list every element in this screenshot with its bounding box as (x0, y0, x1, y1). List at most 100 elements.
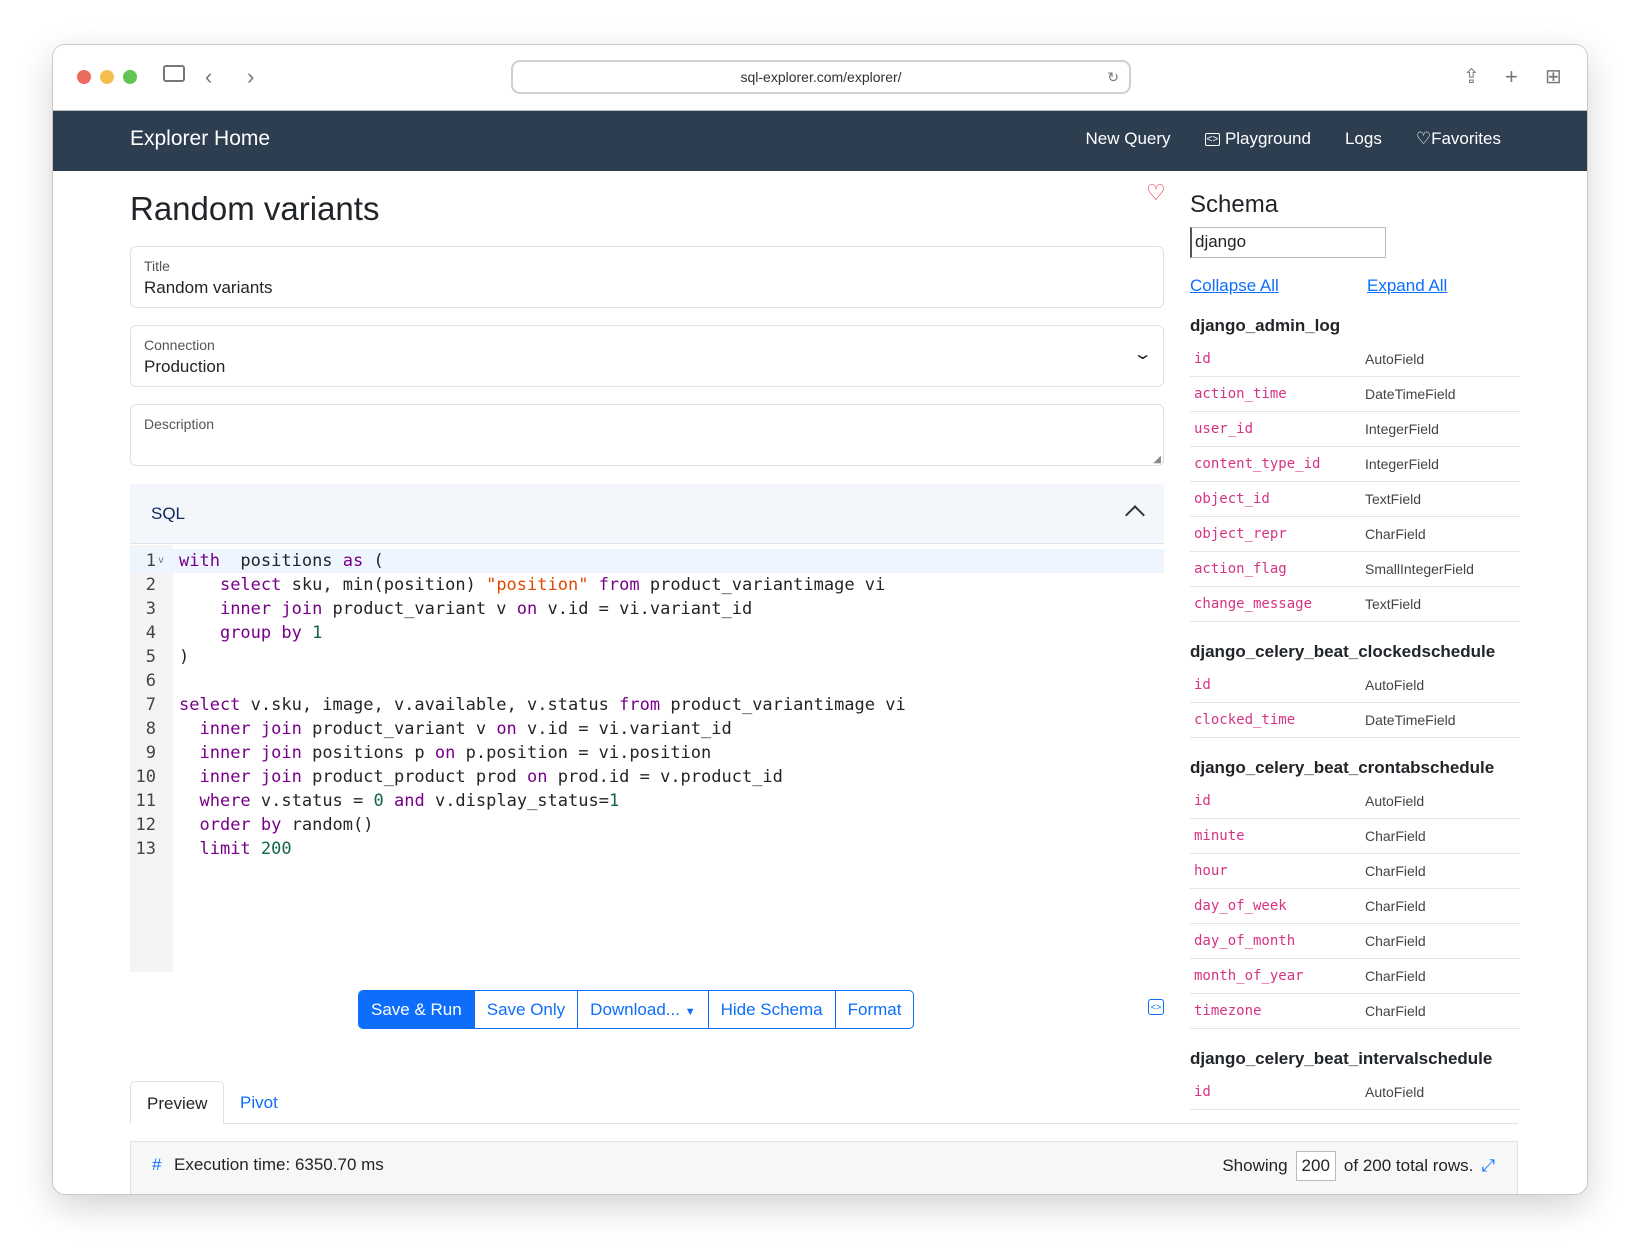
code-token: and (394, 791, 425, 811)
code-line[interactable]: 2 select sku, min(position) "position" f… (130, 573, 1164, 597)
sql-accordion-header[interactable]: SQL (130, 484, 1164, 544)
close-window-button[interactable] (77, 70, 91, 84)
tab-preview[interactable]: Preview (130, 1081, 225, 1124)
rows-shown-input[interactable]: 200 (1295, 1151, 1336, 1181)
nav-playground[interactable]: <> Playground (1204, 129, 1311, 149)
code-line[interactable]: 13 limit 200 (130, 837, 1164, 861)
tab-overview-icon[interactable]: ⊞ (1545, 63, 1562, 91)
schema-field-row: id AutoField (1190, 342, 1520, 377)
expand-icon[interactable]: ⤢ (1481, 1156, 1495, 1176)
line-number: 10 (135, 767, 156, 787)
description-field[interactable]: Description ◢ (130, 404, 1164, 466)
collapse-all-link[interactable]: Collapse All (1190, 276, 1279, 296)
field-name: day_of_week (1194, 898, 1287, 914)
line-number: 9 (145, 743, 156, 763)
code-text: select v.sku, image, v.available, v.stat… (179, 693, 906, 717)
code-token: on (434, 743, 456, 763)
fold-icon[interactable]: v (158, 549, 164, 573)
title-field[interactable]: Title Random variants (130, 246, 1164, 308)
code-token: 1 (608, 791, 620, 811)
code-token: inner join (199, 743, 302, 763)
code-text: limit 200 (179, 837, 292, 861)
schema-table-name[interactable]: django_celery_beat_crontabschedule (1190, 758, 1520, 778)
code-line[interactable]: 1 v with positions as ( (130, 549, 1164, 573)
playground-code-icon[interactable]: <> (1148, 999, 1164, 1015)
connection-select[interactable]: Connection Production ⌄ (130, 325, 1164, 387)
field-type: SmallIntegerField (1365, 561, 1474, 577)
code-line[interactable]: 7 select v.sku, image, v.available, v.sta… (130, 693, 1164, 717)
maximize-window-button[interactable] (123, 70, 137, 84)
code-line[interactable]: 5) (130, 645, 1164, 669)
code-line[interactable]: 3 inner join product_variant v on v.id =… (130, 597, 1164, 621)
code-line[interactable]: 10 inner join product_product prod on pr… (130, 765, 1164, 789)
field-name: day_of_month (1194, 933, 1296, 949)
schema-field-row: object_id TextField (1190, 482, 1520, 517)
new-tab-icon[interactable]: + (1505, 63, 1518, 91)
schema-table-name[interactable]: django_celery_beat_clockedschedule (1190, 642, 1520, 662)
download-label: Download... (590, 1000, 680, 1019)
expand-all-link[interactable]: Expand All (1367, 276, 1447, 296)
code-token: positions (219, 551, 343, 571)
code-token: where (199, 791, 251, 811)
line-number: 12 (135, 815, 156, 835)
code-line[interactable]: 11 where v.status = 0 and v.display_stat… (130, 789, 1164, 813)
chevron-down-icon: ⌄ (1132, 346, 1153, 363)
address-bar[interactable]: sql-explorer.com/explorer/ ↻ (511, 60, 1131, 94)
nav-new-query[interactable]: New Query (1085, 129, 1170, 149)
field-name: id (1194, 351, 1211, 367)
field-name: user_id (1194, 421, 1254, 437)
code-text: order by random() (179, 813, 373, 837)
schema-table-name[interactable]: django_admin_log (1190, 316, 1520, 336)
code-line[interactable]: 9 inner join positions p on p.position =… (130, 741, 1164, 765)
code-token: select (179, 695, 241, 715)
line-number: 4 (145, 623, 156, 643)
field-type: TextField (1365, 491, 1422, 507)
resize-handle-icon[interactable]: ◢ (1153, 454, 1161, 465)
save-only-button[interactable]: Save Only (473, 991, 577, 1028)
download-button[interactable]: Download... ▼ (577, 991, 707, 1028)
code-token: 1 (312, 623, 323, 643)
code-text: inner join product_variant v on v.id = v… (179, 717, 731, 741)
page-title: Random variants (130, 190, 380, 227)
code-token: v.status = (250, 791, 374, 811)
save-run-button[interactable]: Save & Run (359, 991, 474, 1028)
code-token: product_variant v (322, 599, 517, 619)
nav-favorites[interactable]: ♡Favorites (1416, 129, 1501, 149)
field-type: CharField (1365, 933, 1426, 949)
reload-icon[interactable]: ↻ (1107, 62, 1119, 92)
nav-logs[interactable]: Logs (1345, 129, 1382, 149)
schema-table-name[interactable]: django_celery_beat_intervalschedule (1190, 1049, 1520, 1069)
code-token: select (219, 575, 282, 595)
sql-editor[interactable]: 1 v with positions as (2 select sku, min(p… (130, 545, 1164, 972)
code-line[interactable]: 12 order by random() (130, 813, 1164, 837)
field-type: IntegerField (1365, 421, 1439, 437)
schema-field-row: timezone CharField (1190, 994, 1520, 1029)
showing-label: Showing (1222, 1156, 1288, 1175)
brand-link[interactable]: Explorer Home (130, 127, 270, 151)
schema-search-input[interactable]: django (1190, 227, 1386, 258)
code-token: 200 (260, 839, 292, 859)
sidebar-icon[interactable] (163, 65, 185, 82)
format-button[interactable]: Format (834, 991, 914, 1028)
code-line[interactable]: 8 inner join product_variant v on v.id =… (130, 717, 1164, 741)
code-token: as (342, 551, 364, 571)
code-text: inner join product_variant v on v.id = v… (179, 597, 752, 621)
code-line[interactable]: 4 group by 1 (130, 621, 1164, 645)
schema-field-row: month_of_year CharField (1190, 959, 1520, 994)
favorite-heart-icon[interactable]: ♡ (1146, 180, 1166, 206)
code-token: product_product prod (301, 767, 528, 787)
code-token: prod.id = v.product_id (547, 767, 783, 787)
forward-icon[interactable]: › (247, 63, 254, 91)
tab-pivot[interactable]: Pivot (224, 1081, 294, 1124)
code-line[interactable]: 6 (130, 669, 1164, 693)
hide-schema-button[interactable]: Hide Schema (707, 991, 835, 1028)
back-icon[interactable]: ‹ (205, 63, 212, 91)
minimize-window-button[interactable] (100, 70, 114, 84)
share-icon[interactable]: ⇪ (1463, 63, 1480, 91)
